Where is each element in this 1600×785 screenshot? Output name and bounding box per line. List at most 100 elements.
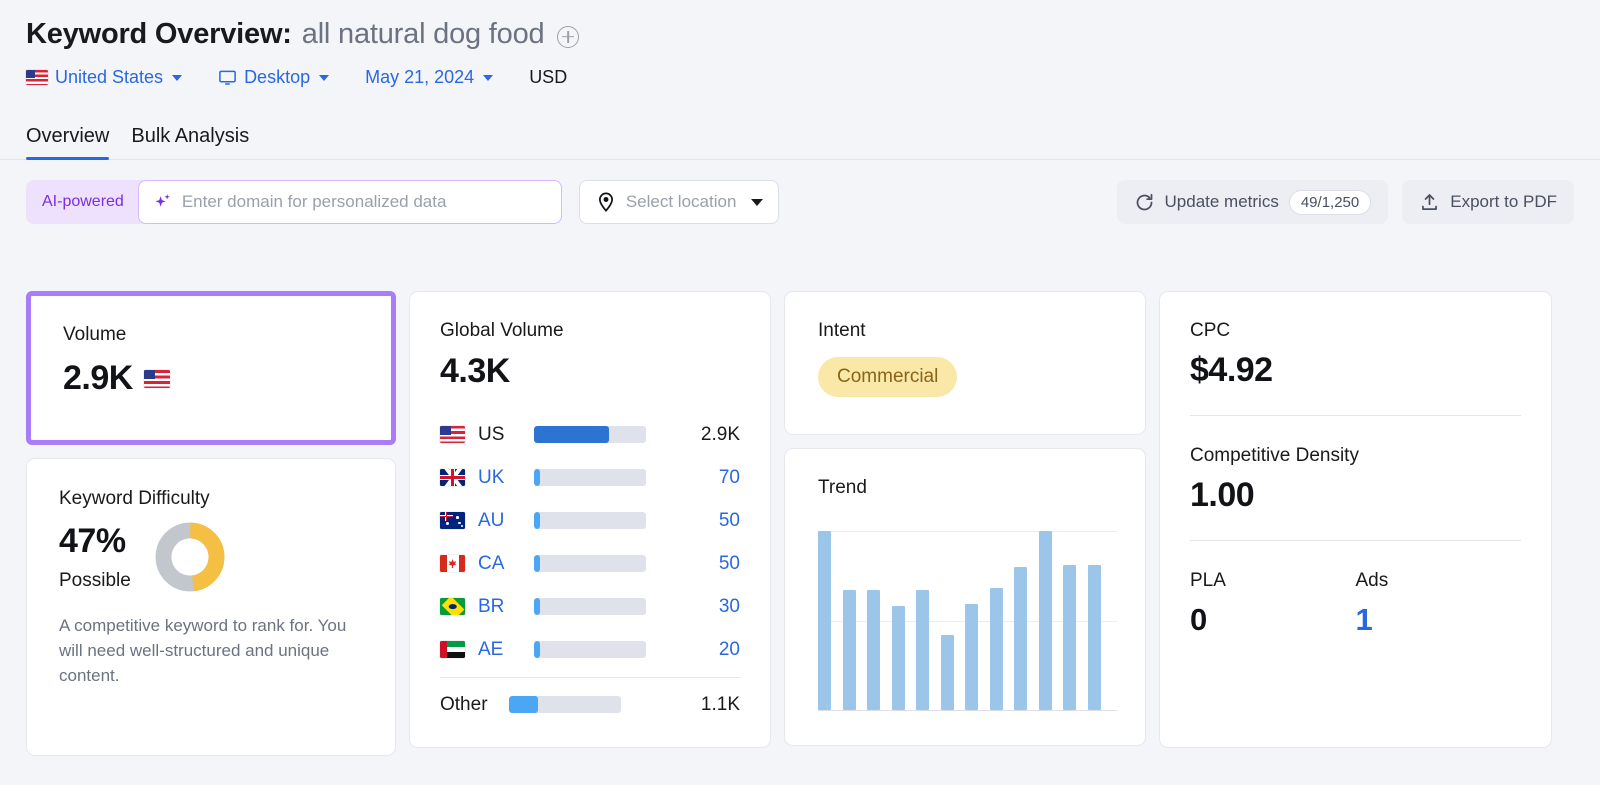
- trend-bar[interactable]: [1038, 531, 1052, 710]
- country-code[interactable]: AE: [478, 639, 534, 661]
- keyword-difficulty-status: Possible: [59, 570, 131, 591]
- country-volume-bar: [534, 598, 646, 615]
- device-selector[interactable]: Desktop: [218, 67, 330, 88]
- global-volume-card: Global Volume 4.3K US 2.9K UK 70 AU 50 C…: [409, 291, 771, 748]
- update-metrics-count: 49/1,250: [1288, 189, 1372, 215]
- intent-status-badge[interactable]: Commercial: [818, 357, 958, 397]
- keyword-difficulty-card: Keyword Difficulty 47% Possible A compet…: [26, 458, 396, 756]
- au-flag-icon: [440, 512, 465, 529]
- ads-stat: Ads 1: [1356, 570, 1522, 638]
- chevron-down-icon: [483, 74, 494, 81]
- global-volume-country-list: US 2.9K UK 70 AU 50 CA 50 BR 30 AE 20 Ot…: [440, 413, 740, 726]
- trend-bar[interactable]: [1063, 564, 1076, 710]
- page-header: Keyword Overview: all natural dog food U…: [0, 0, 1600, 88]
- trend-bar[interactable]: [940, 634, 954, 710]
- ads-value[interactable]: 1: [1356, 602, 1522, 638]
- cpc-label: CPC: [1190, 320, 1231, 341]
- intent-card: Intent Commercial: [784, 291, 1146, 435]
- list-item[interactable]: UK 70: [440, 456, 740, 499]
- chevron-down-icon: [751, 198, 764, 206]
- country-selector[interactable]: United States: [26, 67, 183, 88]
- ai-powered-badge: AI-powered: [42, 193, 124, 210]
- domain-input-placeholder: Enter domain for personalized data: [181, 192, 447, 211]
- country-volume-value[interactable]: 50: [719, 510, 740, 532]
- page-title-keyword: all natural dog food: [301, 18, 545, 50]
- country-code[interactable]: CA: [478, 553, 534, 575]
- list-item[interactable]: CA 50: [440, 542, 740, 585]
- other-volume-value: 1.1K: [700, 693, 740, 715]
- header-filters: United States Desktop May 21, 2024 USD: [26, 67, 1600, 88]
- column-intent-trend: Intent Commercial Trend: [784, 291, 1146, 756]
- us-flag-icon: [440, 426, 465, 443]
- tab-overview[interactable]: Overview: [26, 125, 110, 160]
- country-volume-value[interactable]: 50: [719, 553, 740, 575]
- trend-bar[interactable]: [916, 589, 929, 710]
- intent-card-label: Intent: [818, 320, 866, 341]
- list-item[interactable]: BR 30: [440, 585, 740, 628]
- export-to-pdf-button[interactable]: Export to PDF: [1402, 180, 1574, 224]
- country-volume-value: 2.9K: [700, 423, 740, 445]
- date-selector[interactable]: May 21, 2024: [365, 67, 494, 88]
- chart-baseline: [818, 709, 1117, 711]
- trend-bar[interactable]: [818, 531, 831, 710]
- volume-card[interactable]: Volume 2.9K: [26, 291, 396, 445]
- column-volume: Volume 2.9K Keyword Difficulty 47% Possi…: [26, 291, 396, 756]
- device-selector-label: Desktop: [244, 67, 311, 87]
- sparkle-icon: [155, 194, 170, 207]
- keyword-overview-page: Keyword Overview: all natural dog food U…: [0, 0, 1600, 785]
- country-volume-bar: [534, 469, 646, 486]
- country-code[interactable]: AU: [478, 510, 534, 532]
- domain-input-wrapper[interactable]: Enter domain for personalized data: [137, 180, 562, 224]
- country-volume-bar: [534, 426, 646, 443]
- volume-card-value: 2.9K: [63, 359, 133, 397]
- tab-bulk-analysis[interactable]: Bulk Analysis: [131, 125, 249, 159]
- keyword-difficulty-percent: 47%: [59, 522, 126, 560]
- keyword-difficulty-description: A competitive keyword to rank for. You w…: [59, 616, 347, 685]
- country-volume-bar: [534, 641, 646, 658]
- trend-bar[interactable]: [867, 589, 880, 710]
- desktop-icon: [219, 70, 236, 85]
- other-label: Other: [440, 693, 488, 715]
- country-code[interactable]: BR: [478, 596, 534, 618]
- country-volume-value[interactable]: 30: [719, 596, 740, 618]
- currency-label: USD: [529, 67, 568, 87]
- location-selector[interactable]: Select location: [578, 180, 780, 224]
- pla-value: 0: [1190, 602, 1207, 637]
- trend-bar[interactable]: [891, 605, 905, 710]
- country-code[interactable]: UK: [478, 467, 534, 489]
- cpc-value: $4.92: [1190, 351, 1273, 389]
- list-item[interactable]: AE 20: [440, 628, 740, 671]
- global-volume-other-row: Other 1.1K: [440, 683, 740, 726]
- cpc-block: CPC $4.92: [1190, 320, 1521, 390]
- trend-bar[interactable]: [989, 588, 1003, 710]
- controls-bar: AI-powered Enter domain for personalized…: [0, 180, 1600, 224]
- chevron-down-icon: [319, 74, 330, 81]
- page-title-label: Keyword Overview:: [26, 18, 292, 50]
- trend-bar[interactable]: [1087, 564, 1101, 710]
- column-global-volume: Global Volume 4.3K US 2.9K UK 70 AU 50 C…: [409, 291, 771, 756]
- upload-icon: [1422, 193, 1438, 210]
- trend-bar[interactable]: [842, 589, 856, 710]
- location-pin-icon: [598, 192, 613, 212]
- keyword-difficulty-label: Keyword Difficulty: [59, 488, 210, 509]
- trend-bar[interactable]: [1014, 566, 1027, 710]
- trend-chart-bars: [818, 531, 1117, 710]
- list-item[interactable]: AU 50: [440, 499, 740, 542]
- us-flag-icon: [26, 70, 48, 85]
- list-item[interactable]: US 2.9K: [440, 413, 740, 456]
- chevron-down-icon: [172, 74, 183, 81]
- trend-bar[interactable]: [965, 604, 978, 710]
- country-volume-value[interactable]: 20: [719, 639, 740, 661]
- us-flag-icon: [143, 369, 170, 388]
- country-volume-value[interactable]: 70: [719, 467, 740, 489]
- plus-circle-icon[interactable]: [557, 25, 580, 48]
- update-metrics-button[interactable]: Update metrics 49/1,250: [1116, 180, 1389, 224]
- competitive-density-block: Competitive Density 1.00: [1190, 445, 1521, 515]
- br-flag-icon: [440, 598, 465, 615]
- trend-chart: [818, 531, 1117, 711]
- divider: [1190, 415, 1521, 416]
- pla-label: PLA: [1190, 570, 1226, 591]
- keyword-difficulty-donut-icon: [155, 522, 225, 592]
- country-volume-bar: [534, 555, 646, 572]
- global-volume-label: Global Volume: [440, 320, 564, 341]
